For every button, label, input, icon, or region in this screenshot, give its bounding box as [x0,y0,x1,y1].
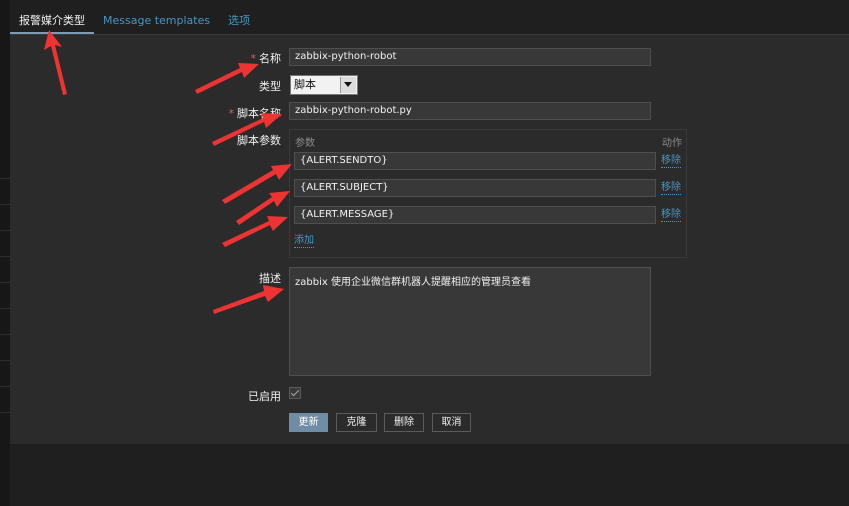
type-select[interactable]: 脚本 [290,75,358,95]
script-name-input[interactable]: zabbix-python-robot.py [289,102,651,120]
cancel-button[interactable]: 取消 [432,413,471,432]
tab-bar: 报警媒介类型 Message templates 选项 [10,8,259,34]
tab-media-type[interactable]: 报警媒介类型 [10,8,94,34]
param-input-1[interactable]: {ALERT.SENDTO} [294,152,656,170]
name-input[interactable]: zabbix-python-robot [289,48,651,66]
remove-link-3[interactable]: 移除 [661,209,681,222]
script-params-table: 参数 动作 {ALERT.SENDTO} 移除 {ALERT.SUBJECT} … [289,129,687,258]
add-param-link[interactable]: 添加 [294,235,314,248]
enabled-label: 已启用 [248,390,281,403]
description-label: 描述 [259,272,281,285]
description-textarea[interactable]: zabbix 使用企业微信群机器人提醒相应的管理员查看 [289,267,651,376]
delete-button[interactable]: 删除 [384,413,424,432]
enabled-checkbox[interactable] [289,387,301,399]
tab-message-templates[interactable]: Message templates [94,8,219,34]
remove-link-1[interactable]: 移除 [661,155,681,168]
media-type-form: * 名称 zabbix-python-robot 类型 脚本 * 脚本名称 zabb… [10,34,849,444]
sidebar-edge [0,0,10,506]
param-input-3[interactable]: {ALERT.MESSAGE} [294,206,656,224]
tab-options[interactable]: 选项 [219,8,259,34]
action-column-header: 动作 [662,138,682,149]
chevron-down-icon [340,77,356,93]
script-params-label: 脚本参数 [237,134,281,147]
clone-button[interactable]: 克隆 [336,413,377,432]
update-button[interactable]: 更新 [289,413,328,432]
type-label: 类型 [259,80,281,93]
script-name-label: * 脚本名称 [228,107,282,120]
type-select-value: 脚本 [294,78,316,91]
remove-link-2[interactable]: 移除 [661,182,681,195]
name-label: * 名称 [250,52,282,65]
params-column-header: 参数 [295,138,315,149]
param-input-2[interactable]: {ALERT.SUBJECT} [294,179,656,197]
